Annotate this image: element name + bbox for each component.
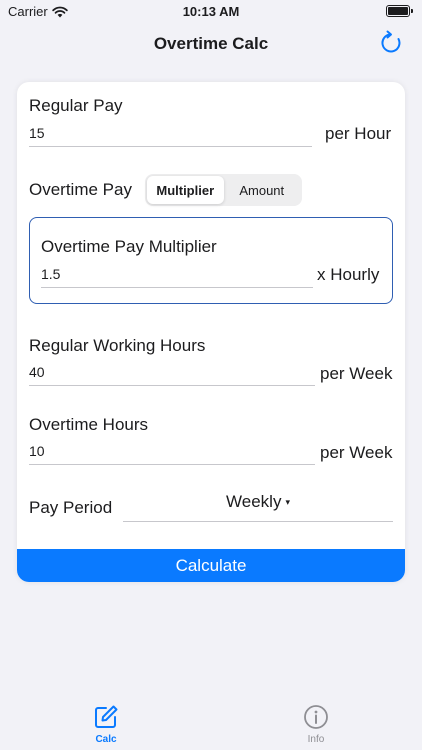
- multiplier-box: Overtime Pay Multiplier 1.5 x Hourly: [29, 217, 393, 304]
- info-icon: [304, 705, 328, 729]
- tab-info[interactable]: Info: [286, 704, 346, 745]
- calc-form-card: Regular Pay 15 per Hour Overtime Pay Mul…: [17, 82, 405, 582]
- tab-calc[interactable]: Calc: [76, 704, 136, 745]
- overtime-hours-label: Overtime Hours: [29, 415, 149, 434]
- regular-pay-input[interactable]: 15: [29, 119, 312, 147]
- multiplier-label: Overtime Pay Multiplier: [41, 237, 217, 256]
- page-title: Overtime Calc: [153, 34, 269, 53]
- tab-bar: Calc Info: [0, 690, 422, 750]
- overtime-hours-input[interactable]: 10: [29, 437, 315, 465]
- overtime-pay-mode-segmented[interactable]: Multiplier Amount: [145, 174, 302, 206]
- pay-period-picker[interactable]: Weekly ▾: [123, 492, 393, 522]
- multiplier-unit: x Hourly: [317, 265, 380, 284]
- chevron-down-icon: ▾: [285, 497, 290, 508]
- battery-icon: [386, 5, 413, 17]
- overtime-hours-unit: per Week: [320, 443, 393, 462]
- regular-hours-input[interactable]: 40: [29, 358, 315, 386]
- regular-hours-label: Regular Working Hours: [29, 336, 206, 355]
- status-bar: Carrier 10:13 AM: [0, 0, 422, 24]
- tab-calc-label: Calc: [95, 734, 117, 745]
- regular-pay-label: Regular Pay: [29, 96, 123, 115]
- edit-icon: [95, 705, 118, 728]
- status-time: 10:13 AM: [182, 4, 240, 19]
- multiplier-input[interactable]: 1.5: [41, 260, 313, 288]
- pay-period-label: Pay Period: [29, 498, 113, 517]
- segment-multiplier[interactable]: Multiplier: [147, 176, 224, 204]
- regular-pay-unit: per Hour: [325, 124, 392, 143]
- regular-hours-unit: per Week: [320, 364, 393, 383]
- refresh-icon[interactable]: [378, 30, 404, 56]
- pay-period-value: Weekly: [226, 492, 282, 511]
- segment-amount[interactable]: Amount: [224, 176, 301, 204]
- tab-info-label: Info: [307, 734, 325, 745]
- calculate-button[interactable]: Calculate: [17, 549, 405, 582]
- overtime-pay-label: Overtime Pay: [29, 180, 132, 199]
